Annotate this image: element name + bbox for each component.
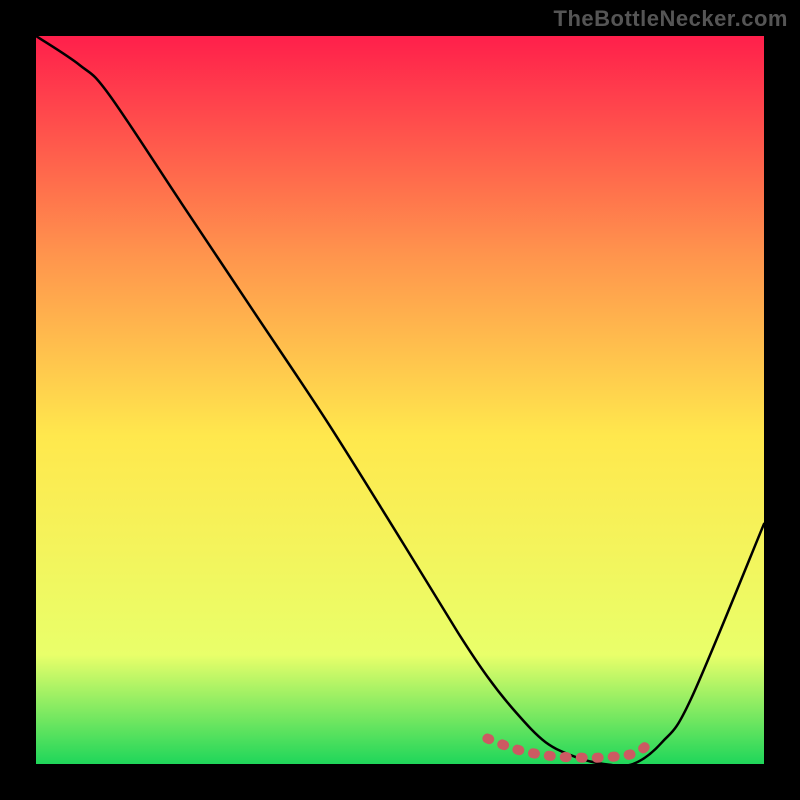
chart-svg (36, 36, 764, 764)
gradient-background (36, 36, 764, 764)
chart-frame: TheBottleNecker.com (0, 0, 800, 800)
watermark-text: TheBottleNecker.com (554, 6, 788, 32)
plot-area (36, 36, 764, 764)
